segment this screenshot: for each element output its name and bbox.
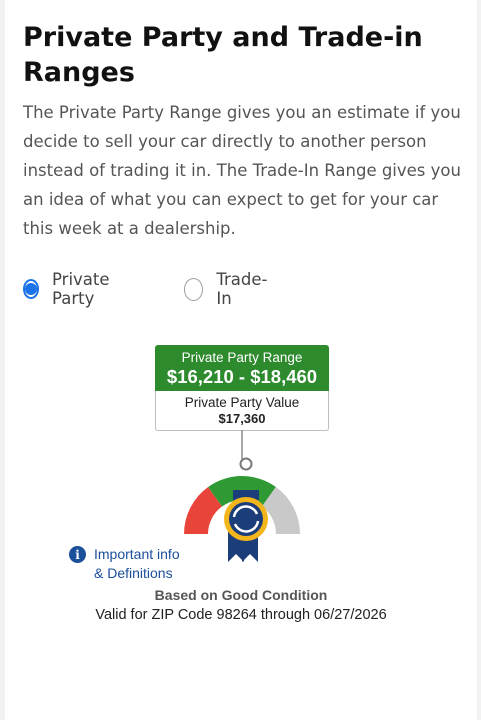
info-icon: i	[69, 546, 86, 563]
trade-in-label: Trade-In	[216, 270, 268, 308]
page-title: Private Party and Trade-in Ranges	[23, 22, 423, 88]
range-value: $16,210 - $18,460	[166, 366, 318, 387]
range-callout: Private Party Range $16,210 - $18,460 Pr…	[155, 345, 329, 431]
ranges-description: The Private Party Range gives you an est…	[23, 103, 461, 238]
value-amount: $17,360	[218, 411, 266, 426]
radio-unselected-icon	[184, 277, 204, 301]
ranges-card: Private Party and Trade-in Ranges The Pr…	[5, 0, 477, 720]
validity-note: Valid for ZIP Code 98264 through 06/27/2…	[95, 607, 387, 623]
info-link-text: Important info & Definitions	[94, 545, 194, 582]
important-info-link[interactable]: i Important info & Definitions	[69, 545, 194, 582]
private-party-label: Private Party	[52, 270, 110, 308]
private-party-radio[interactable]: Private Party	[23, 270, 114, 308]
radio-selected-icon	[23, 279, 39, 299]
trade-in-radio[interactable]: Trade-In	[184, 270, 271, 308]
value-gauge	[184, 430, 300, 562]
value-box: Private Party Value $17,360	[155, 391, 329, 431]
condition-note: Based on Good Condition	[154, 587, 328, 603]
range-header: Private Party Range $16,210 - $18,460	[155, 345, 329, 391]
gauge-pointer	[239, 457, 253, 471]
range-label: Private Party Range	[181, 350, 303, 365]
value-label: Private Party Value	[184, 395, 300, 410]
info-line-2: & Definitions	[94, 564, 173, 581]
info-line-1: Important info	[94, 546, 180, 562]
